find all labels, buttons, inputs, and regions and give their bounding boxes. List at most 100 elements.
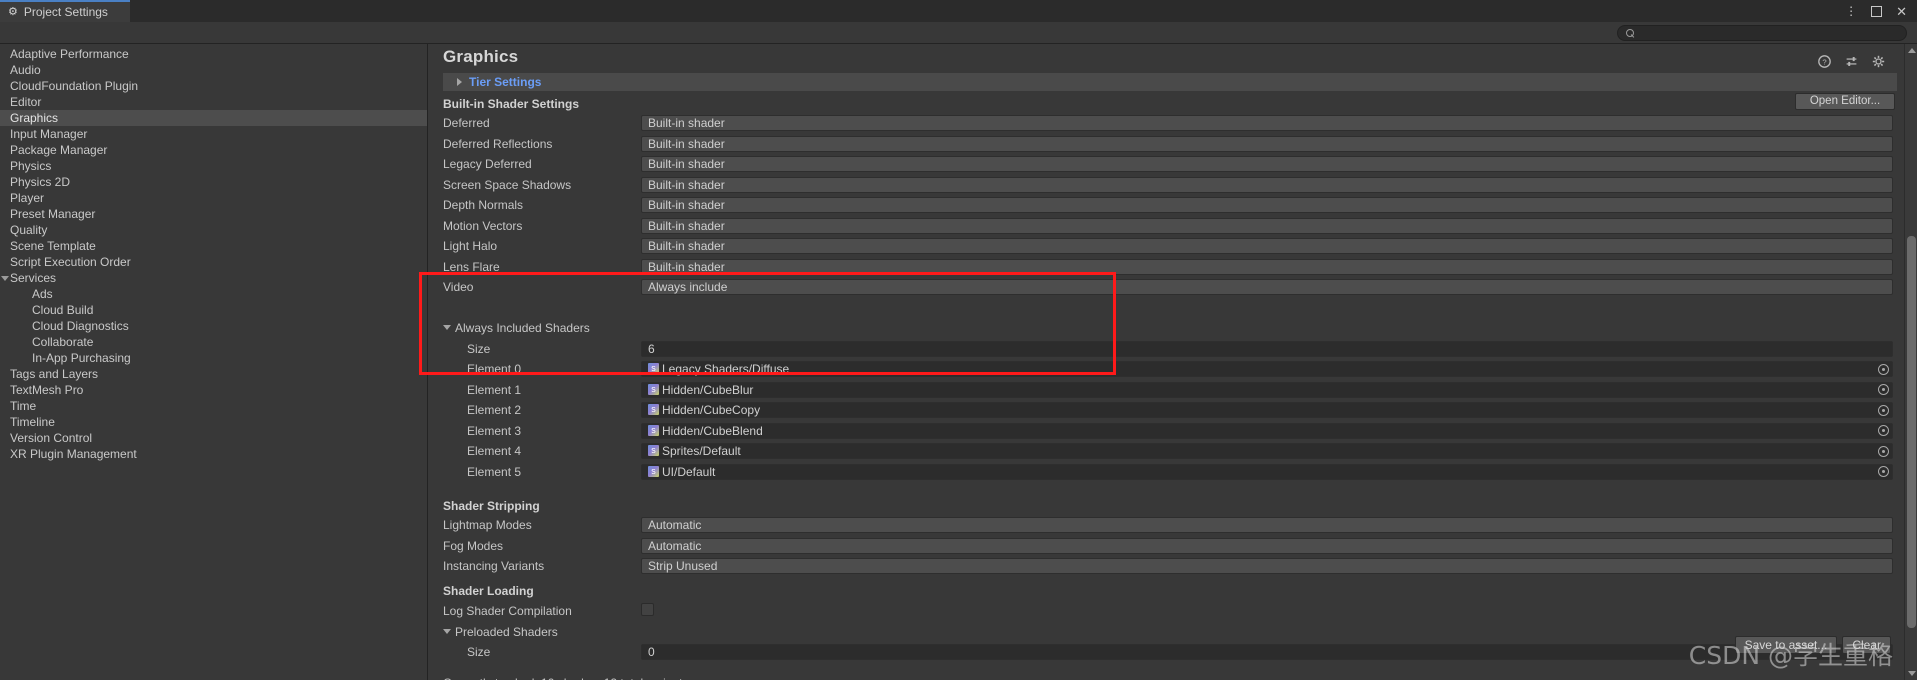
sidebar-item-label: Ads	[32, 287, 53, 301]
object-picker-icon[interactable]	[1878, 466, 1889, 477]
shader-stripping-row: Fog Modes Automatic	[429, 538, 1917, 554]
sidebar-item-quality[interactable]: Quality	[0, 222, 427, 238]
sidebar-item-services[interactable]: Services	[0, 270, 427, 286]
always-included-shaders-foldout[interactable]: Always Included Shaders	[429, 320, 1917, 336]
sidebar-item-scene-template[interactable]: Scene Template	[0, 238, 427, 254]
builtin-shader-dropdown[interactable]: Built-in shader	[641, 115, 1893, 131]
shader-object-field[interactable]: Legacy Shaders/Diffuse	[641, 361, 1893, 377]
sidebar-item-label: CloudFoundation Plugin	[10, 79, 139, 93]
sidebar-item-collaborate[interactable]: Collaborate	[0, 334, 427, 350]
sidebar-item-cloudfoundation-plugin[interactable]: CloudFoundation Plugin	[0, 78, 427, 94]
sidebar-item-graphics[interactable]: Graphics	[0, 110, 427, 126]
tier-settings-label: Tier Settings	[469, 75, 542, 89]
close-icon[interactable]: ✕	[1896, 5, 1907, 18]
sidebar-item-audio[interactable]: Audio	[0, 62, 427, 78]
sidebar-item-cloud-diagnostics[interactable]: Cloud Diagnostics	[0, 318, 427, 334]
builtin-shader-dropdown[interactable]: Built-in shader	[641, 136, 1893, 152]
row-label: Element 5	[467, 464, 522, 479]
sidebar-item-preset-manager[interactable]: Preset Manager	[0, 206, 427, 222]
object-picker-icon[interactable]	[1878, 425, 1889, 436]
scroll-up-icon[interactable]	[1908, 48, 1916, 53]
builtin-shader-dropdown[interactable]: Built-in shader	[641, 177, 1893, 193]
always-included-size-row: Size 6	[429, 341, 1917, 357]
vertical-scrollbar[interactable]	[1904, 44, 1917, 680]
svg-text:?: ?	[1822, 57, 1826, 66]
scrollbar-thumb[interactable]	[1907, 236, 1916, 628]
shader-object-field[interactable]: Hidden/CubeCopy	[641, 402, 1893, 418]
shader-object-field[interactable]: Hidden/CubeBlend	[641, 422, 1893, 439]
sidebar-item-label: Preset Manager	[10, 207, 96, 221]
log-shader-compilation-label: Log Shader Compilation	[443, 604, 572, 618]
preset-icon[interactable]	[1845, 55, 1858, 68]
panel-header-icons: ?	[1818, 55, 1885, 68]
sidebar-item-label: Player	[10, 191, 45, 205]
builtin-shader-row: Deferred Reflections Built-in shader	[429, 136, 1917, 152]
kebab-menu-icon[interactable]: ⋮	[1845, 5, 1857, 17]
sidebar-item-adaptive-performance[interactable]: Adaptive Performance	[0, 46, 427, 62]
shader-object-field[interactable]: Sprites/Default	[641, 443, 1893, 459]
shader-stripping-dropdown[interactable]: Automatic	[641, 538, 1893, 554]
log-shader-compilation-checkbox[interactable]	[641, 603, 654, 616]
always-included-size-field[interactable]: 6	[641, 341, 1893, 357]
shader-stripping-row: Lightmap Modes Automatic	[429, 517, 1917, 533]
sidebar-item-tags-and-layers[interactable]: Tags and Layers	[0, 366, 427, 382]
open-editor-button[interactable]: Open Editor...	[1795, 93, 1895, 110]
sidebar-item-cloud-build[interactable]: Cloud Build	[0, 302, 427, 318]
object-picker-icon[interactable]	[1878, 445, 1889, 457]
sidebar-item-label: Package Manager	[10, 143, 108, 157]
builtin-shader-dropdown[interactable]: Built-in shader	[641, 197, 1893, 213]
shader-object-field[interactable]: Hidden/CubeBlur	[641, 381, 1893, 398]
tier-settings-foldout[interactable]: Tier Settings	[443, 73, 1897, 91]
shader-loading-heading: Shader Loading	[443, 584, 534, 598]
tab-project-settings[interactable]: ⚙ Project Settings	[0, 0, 130, 22]
shader-stripping-dropdown[interactable]: Strip Unused	[641, 558, 1893, 574]
gear-icon[interactable]	[1872, 55, 1885, 68]
sidebar-item-input-manager[interactable]: Input Manager	[0, 126, 427, 142]
settings-sidebar[interactable]: Adaptive Performance Audio CloudFoundation…	[0, 44, 428, 680]
sidebar-item-timeline[interactable]: Timeline	[0, 414, 427, 430]
log-shader-compilation-row: Log Shader Compilation	[429, 603, 1917, 619]
object-picker-icon[interactable]	[1878, 363, 1889, 375]
sidebar-item-physics[interactable]: Physics	[0, 158, 427, 174]
builtin-shader-dropdown[interactable]: Built-in shader	[641, 218, 1893, 234]
sidebar-item-time[interactable]: Time	[0, 398, 427, 414]
scroll-down-icon[interactable]	[1908, 671, 1916, 676]
sidebar-item-package-manager[interactable]: Package Manager	[0, 142, 427, 158]
page-title: Graphics	[443, 47, 519, 66]
row-label: Depth Normals	[443, 198, 524, 212]
sidebar-item-physics-2d[interactable]: Physics 2D	[0, 174, 427, 190]
object-picker-icon[interactable]	[1878, 404, 1889, 416]
sidebar-item-player[interactable]: Player	[0, 190, 427, 206]
builtin-shader-dropdown[interactable]: Built-in shader	[641, 156, 1893, 172]
field-value: Sprites/Default	[662, 444, 741, 458]
row-label: Video	[443, 280, 474, 294]
always-included-shaders-label: Always Included Shaders	[455, 321, 590, 335]
shader-icon	[648, 443, 659, 457]
search-input[interactable]	[1640, 27, 1898, 39]
builtin-shader-dropdown[interactable]: Built-in shader	[641, 259, 1893, 275]
watermark: CSDN @学生重格	[1688, 641, 1893, 670]
chevron-down-icon[interactable]	[1, 276, 9, 284]
tracked-variants-note: Currently tracked: 10 shaders 12 total v…	[443, 676, 688, 680]
sidebar-item-editor[interactable]: Editor	[0, 94, 427, 110]
shader-object-field[interactable]: UI/Default	[641, 463, 1893, 480]
help-icon[interactable]: ?	[1818, 55, 1831, 68]
sidebar-item-in-app-purchasing[interactable]: In-App Purchasing	[0, 350, 427, 366]
sidebar-item-xr-plugin-management[interactable]: XR Plugin Management	[0, 446, 427, 462]
maximize-icon[interactable]	[1871, 5, 1883, 17]
builtin-shader-dropdown[interactable]: Always include	[641, 279, 1893, 295]
sidebar-item-label: Editor	[10, 95, 42, 109]
sidebar-item-ads[interactable]: Ads	[0, 286, 427, 302]
sidebar-item-label: Quality	[10, 223, 48, 237]
builtin-shader-dropdown[interactable]: Built-in shader	[641, 238, 1893, 254]
sidebar-item-textmesh-pro[interactable]: TextMesh Pro	[0, 382, 427, 398]
row-label: Light Halo	[443, 239, 498, 253]
window-controls: ⋮ ✕	[1845, 0, 1917, 22]
sidebar-item-label: Audio	[10, 63, 41, 77]
sidebar-item-script-execution-order[interactable]: Script Execution Order	[0, 254, 427, 270]
search-box[interactable]	[1617, 25, 1907, 41]
object-picker-icon[interactable]	[1878, 384, 1889, 395]
sidebar-item-version-control[interactable]: Version Control	[0, 430, 427, 446]
shader-stripping-dropdown[interactable]: Automatic	[641, 517, 1893, 533]
sidebar-item-label: Collaborate	[32, 335, 94, 349]
